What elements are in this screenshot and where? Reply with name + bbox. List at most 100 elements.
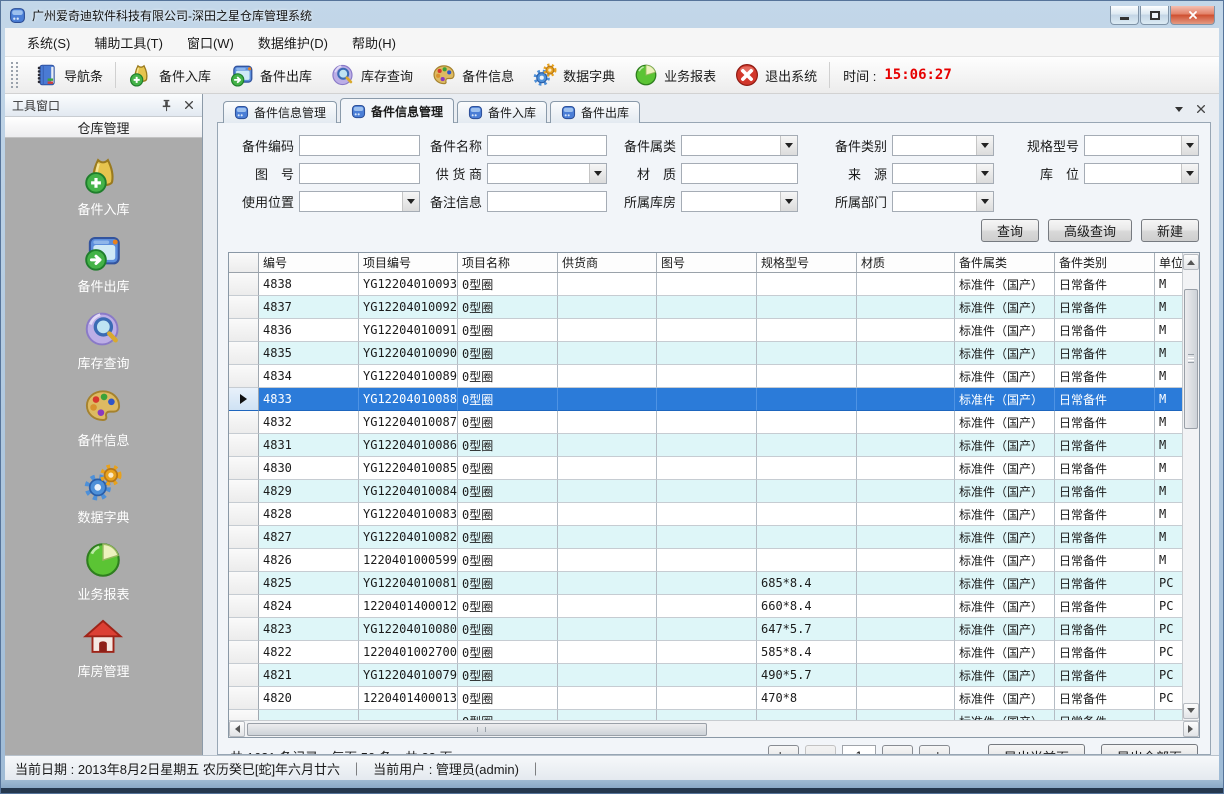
- parts-genus-select[interactable]: [681, 135, 798, 156]
- sidebar-item-parts-outbound[interactable]: 备件出库: [77, 231, 129, 295]
- table-row[interactable]: 4825YG122040100810型圈685*8.4标准件（国产）日常备件PC: [229, 572, 1182, 595]
- source-select[interactable]: [892, 163, 994, 184]
- row-marker[interactable]: [229, 687, 259, 710]
- row-marker[interactable]: [229, 434, 259, 457]
- horizontal-scroll-thumb[interactable]: [247, 723, 707, 736]
- toolbar-business-report[interactable]: 业务报表: [624, 59, 725, 91]
- table-row[interactable]: 4835YG122040100900型圈标准件（国产）日常备件M: [229, 342, 1182, 365]
- advanced-query-button[interactable]: 高级查询: [1048, 219, 1132, 242]
- tab-list-dropdown-icon[interactable]: [1175, 107, 1183, 116]
- col-drawing-no[interactable]: 图号: [657, 253, 757, 272]
- query-button[interactable]: 查询: [981, 219, 1039, 242]
- parts-category-select[interactable]: [892, 135, 994, 156]
- row-marker[interactable]: [229, 595, 259, 618]
- next-page-button[interactable]: >: [882, 745, 913, 755]
- sidebar-item-warehouse-manage[interactable]: 库房管理: [77, 616, 129, 680]
- col-unit[interactable]: 单位: [1155, 253, 1182, 272]
- table-row[interactable]: 4834YG122040100890型圈标准件（国产）日常备件M: [229, 365, 1182, 388]
- table-row[interactable]: 482212204010027000型圈585*8.4标准件（国产）日常备件PC: [229, 641, 1182, 664]
- menu-system[interactable]: 系统(S): [15, 28, 82, 57]
- row-marker[interactable]: [229, 273, 259, 296]
- col-parts-genus[interactable]: 备件属类: [955, 253, 1055, 272]
- tab-parts-inbound[interactable]: 备件入库: [457, 101, 547, 123]
- vertical-scrollbar[interactable]: [1182, 253, 1199, 720]
- col-spec-model[interactable]: 规格型号: [757, 253, 857, 272]
- sidebar-section-warehouse[interactable]: 仓库管理: [5, 117, 202, 138]
- last-page-button[interactable]: >|: [919, 745, 950, 755]
- toolbar-parts-inbound[interactable]: 备件入库: [119, 59, 220, 91]
- table-row[interactable]: 4836YG122040100910型圈标准件（国产）日常备件M: [229, 319, 1182, 342]
- row-marker[interactable]: [229, 618, 259, 641]
- menu-aux-tools[interactable]: 辅助工具(T): [82, 28, 175, 57]
- export-all-pages-button[interactable]: 导出全部页: [1101, 744, 1198, 755]
- horizontal-scroll-track[interactable]: [245, 721, 1183, 737]
- table-row[interactable]: 4829YG122040100840型圈标准件（国产）日常备件M: [229, 480, 1182, 503]
- scroll-up-button[interactable]: [1183, 254, 1199, 270]
- menu-data-maintenance[interactable]: 数据维护(D): [246, 28, 340, 57]
- usage-position-select[interactable]: [299, 191, 420, 212]
- col-project-code[interactable]: 项目编号: [359, 253, 458, 272]
- table-row[interactable]: 482412204014000120型圈660*8.4标准件（国产）日常备件PC: [229, 595, 1182, 618]
- toolbar-nav-bar[interactable]: 导航条: [24, 59, 112, 91]
- row-marker[interactable]: [229, 342, 259, 365]
- pin-icon[interactable]: [159, 98, 174, 113]
- supplier-select[interactable]: [487, 163, 607, 184]
- row-marker[interactable]: [229, 641, 259, 664]
- vertical-scroll-track[interactable]: [1183, 271, 1199, 702]
- export-current-page-button[interactable]: 导出当前页: [988, 744, 1085, 755]
- col-material[interactable]: 材质: [857, 253, 955, 272]
- minimize-button[interactable]: [1110, 6, 1139, 25]
- row-marker[interactable]: [229, 457, 259, 480]
- col-project-name[interactable]: 项目名称: [458, 253, 558, 272]
- row-marker[interactable]: [229, 572, 259, 595]
- current-page-input[interactable]: [842, 745, 876, 755]
- spec-model-select[interactable]: [1084, 135, 1199, 156]
- parts-name-input[interactable]: [487, 135, 607, 156]
- tab-parts-outbound[interactable]: 备件出库: [550, 101, 640, 123]
- toolbar-grip-handle[interactable]: [11, 62, 18, 88]
- location-select[interactable]: [1084, 163, 1199, 184]
- table-row[interactable]: 4827YG122040100820型圈标准件（国产）日常备件M: [229, 526, 1182, 549]
- table-row[interactable]: 4837YG122040100920型圈标准件（国产）日常备件M: [229, 296, 1182, 319]
- row-marker[interactable]: [229, 365, 259, 388]
- maximize-button[interactable]: [1140, 6, 1169, 25]
- menu-help[interactable]: 帮助(H): [340, 28, 408, 57]
- remark-input[interactable]: [487, 191, 607, 212]
- new-button[interactable]: 新建: [1141, 219, 1199, 242]
- toolbar-exit-system[interactable]: 退出系统: [725, 59, 826, 91]
- col-id[interactable]: 编号: [259, 253, 359, 272]
- tab-parts-info-manage-1[interactable]: 备件信息管理: [223, 101, 337, 123]
- row-marker[interactable]: [229, 503, 259, 526]
- close-button[interactable]: [1170, 6, 1215, 25]
- table-row[interactable]: 4830YG122040100850型圈标准件（国产）日常备件M: [229, 457, 1182, 480]
- warehouse-select[interactable]: [681, 191, 798, 212]
- department-select[interactable]: [892, 191, 994, 212]
- table-row[interactable]: 4833YG122040100880型圈标准件（国产）日常备件M: [229, 388, 1182, 411]
- table-row[interactable]: 4828YG122040100830型圈标准件（国产）日常备件M: [229, 503, 1182, 526]
- row-marker[interactable]: [229, 664, 259, 687]
- sidebar-item-parts-inbound[interactable]: 备件入库: [77, 154, 129, 218]
- toolbar-parts-outbound[interactable]: 备件出库: [220, 59, 321, 91]
- sidebar-item-parts-info[interactable]: 备件信息: [77, 385, 129, 449]
- prev-page-button[interactable]: <: [805, 745, 836, 755]
- first-page-button[interactable]: |<: [768, 745, 799, 755]
- row-marker[interactable]: [229, 549, 259, 572]
- row-marker[interactable]: [229, 388, 259, 411]
- col-parts-category[interactable]: 备件类别: [1055, 253, 1155, 272]
- table-row[interactable]: 4831YG122040100860型圈标准件（国产）日常备件M: [229, 434, 1182, 457]
- table-row[interactable]: 4821YG122040100790型圈490*5.7标准件（国产）日常备件PC: [229, 664, 1182, 687]
- drawing-no-input[interactable]: [299, 163, 420, 184]
- toolbar-stock-query[interactable]: 库存查询: [321, 59, 422, 91]
- close-icon[interactable]: [183, 99, 195, 111]
- row-marker[interactable]: [229, 411, 259, 434]
- toolbar-data-dictionary[interactable]: 数据字典: [523, 59, 624, 91]
- sidebar-item-business-report[interactable]: 业务报表: [77, 539, 129, 603]
- scroll-down-button[interactable]: [1183, 703, 1199, 719]
- toolbar-parts-info[interactable]: 备件信息: [422, 59, 523, 91]
- scroll-left-button[interactable]: [229, 721, 245, 737]
- row-marker[interactable]: [229, 710, 259, 720]
- table-row[interactable]: 482012204014000130型圈470*8标准件（国产）日常备件PC: [229, 687, 1182, 710]
- sidebar-item-data-dictionary[interactable]: 数据字典: [77, 462, 129, 526]
- menu-window[interactable]: 窗口(W): [175, 28, 246, 57]
- scroll-right-button[interactable]: [1183, 721, 1199, 737]
